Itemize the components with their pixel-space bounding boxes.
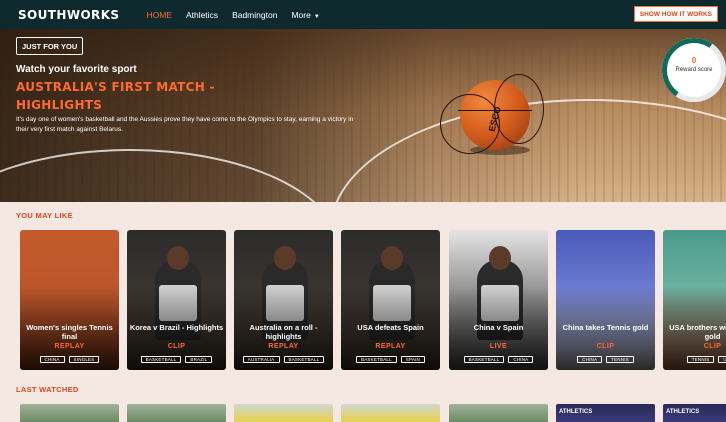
card-kind-label: LIVE bbox=[489, 343, 508, 350]
tag-chip[interactable]: SPAIN bbox=[400, 356, 425, 363]
video-card[interactable]: Australia on a roll - highlights REPLAY AU… bbox=[234, 230, 333, 370]
hero-banner[interactable]: ESCO JUST FOR YOU Watch your favorite sp… bbox=[0, 29, 726, 202]
card-kind-label: REPLAY bbox=[268, 343, 299, 350]
card-tags: CHINA TENNIS bbox=[556, 356, 655, 363]
card-tags: TENNISUSA bbox=[663, 356, 726, 363]
tag-chip[interactable]: BRAZIL bbox=[185, 356, 213, 363]
tag-chip[interactable]: CHINA bbox=[508, 356, 534, 363]
last-watched-card[interactable]: ATHLETICS bbox=[663, 404, 726, 422]
card-title: China takes Tennis gold bbox=[562, 323, 649, 332]
card-tags: BASKETBALL BRAZIL bbox=[127, 356, 226, 363]
tag-chip[interactable]: BASKETBALL bbox=[356, 356, 397, 363]
hero-title[interactable]: AUSTRALIA'S FIRST MATCH - HIGHLIGHTS bbox=[16, 78, 246, 114]
card-kind-label: REPLAY bbox=[375, 343, 406, 350]
reward-score-widget[interactable]: 0 Reward score bbox=[656, 32, 726, 108]
tag-chip[interactable]: SINGLES bbox=[68, 356, 100, 363]
nav-badmington[interactable]: Badmington bbox=[232, 10, 277, 20]
court-line bbox=[0, 149, 340, 202]
card-channel-label: ATHLETICS bbox=[559, 409, 593, 415]
card-title: Korea v Brazil - Highlights bbox=[129, 323, 224, 332]
video-card[interactable]: China takes Tennis gold CLIP CHINA TENNIS bbox=[556, 230, 655, 370]
card-kind-label: CLIP bbox=[596, 343, 615, 350]
basketball-image: ESCO bbox=[440, 74, 544, 154]
card-channel-label: ATHLETICS bbox=[666, 409, 700, 415]
card-kind-label: CLIP bbox=[167, 343, 186, 350]
tag-chip[interactable]: AUSTRALIA bbox=[242, 356, 280, 363]
last-watched-card[interactable] bbox=[20, 404, 119, 422]
last-watched-card[interactable] bbox=[449, 404, 548, 422]
last-watched-card[interactable] bbox=[234, 404, 333, 422]
show-how-it-works-button[interactable]: SHOW HOW IT WORKS bbox=[633, 6, 718, 22]
video-card[interactable]: Women's singles Tennis final REPLAY CHINA S… bbox=[20, 230, 119, 370]
last-watched-card[interactable]: ATHLETICS bbox=[556, 404, 655, 422]
card-title: Women's singles Tennis final bbox=[26, 323, 113, 341]
nav-home[interactable]: HOME bbox=[146, 10, 172, 20]
card-tags: AUSTRALIA BASKETBALL bbox=[234, 356, 333, 363]
hero-description: It's day one of women's basketball and t… bbox=[16, 116, 354, 133]
card-title: China v Spain bbox=[473, 323, 524, 332]
card-kind-label: CLIP bbox=[703, 343, 722, 350]
last-watched-card[interactable] bbox=[341, 404, 440, 422]
nav-more-label: More bbox=[291, 9, 311, 20]
logo[interactable]: SOUTHWORKS bbox=[18, 8, 119, 22]
card-tags: CHINA SINGLES bbox=[20, 356, 119, 363]
video-card[interactable]: USA defeats Spain REPLAY BASKETBALL SPAIN bbox=[341, 230, 440, 370]
tag-chip[interactable]: TENNIS bbox=[606, 356, 634, 363]
video-card[interactable]: China v Spain LIVE BASKETBALL CHINA bbox=[449, 230, 548, 370]
hero-subtitle: Watch your favorite sport bbox=[16, 64, 137, 75]
reward-score-label: Reward score bbox=[675, 67, 713, 73]
nav-athletics[interactable]: Athletics bbox=[186, 10, 218, 20]
last-watched-card[interactable] bbox=[127, 404, 226, 422]
tag-chip[interactable]: TENNIS bbox=[686, 356, 715, 363]
card-tags: BASKETBALL CHINA bbox=[449, 356, 548, 363]
tag-chip[interactable]: BASKETBALL bbox=[283, 356, 325, 363]
card-kind-label: REPLAY bbox=[54, 343, 85, 350]
top-nav: SOUTHWORKS HOME Athletics Badmington Mor… bbox=[0, 0, 726, 29]
tag-chip[interactable]: BASKETBALL bbox=[463, 356, 505, 363]
card-title: USA defeats Spain bbox=[357, 323, 424, 332]
tag-chip[interactable]: BASKETBALL bbox=[140, 356, 182, 363]
tag-chip[interactable]: CHINA bbox=[39, 356, 65, 363]
card-title: Australia on a roll - highlights bbox=[249, 323, 318, 341]
video-card[interactable]: Korea v Brazil - Highlights CLIP BASKETBAL… bbox=[127, 230, 226, 370]
card-tags: BASKETBALL SPAIN bbox=[341, 356, 440, 363]
video-card[interactable]: USA brothers win tennis gold CLIP TENNISUS… bbox=[663, 230, 726, 370]
nav-more[interactable]: More ▼ bbox=[291, 10, 319, 20]
chevron-down-icon: ▼ bbox=[313, 13, 320, 20]
card-title: USA brothers win tennis gold bbox=[669, 323, 726, 341]
reward-score-value: 0 bbox=[691, 56, 697, 65]
tag-chip[interactable]: USA bbox=[718, 356, 726, 363]
tag-chip[interactable]: CHINA bbox=[577, 356, 603, 363]
last-watched-heading: LAST WATCHED bbox=[16, 385, 79, 394]
you-may-like-heading: YOU MAY LIKE bbox=[16, 211, 73, 220]
just-for-you-badge: JUST FOR YOU bbox=[16, 37, 84, 55]
